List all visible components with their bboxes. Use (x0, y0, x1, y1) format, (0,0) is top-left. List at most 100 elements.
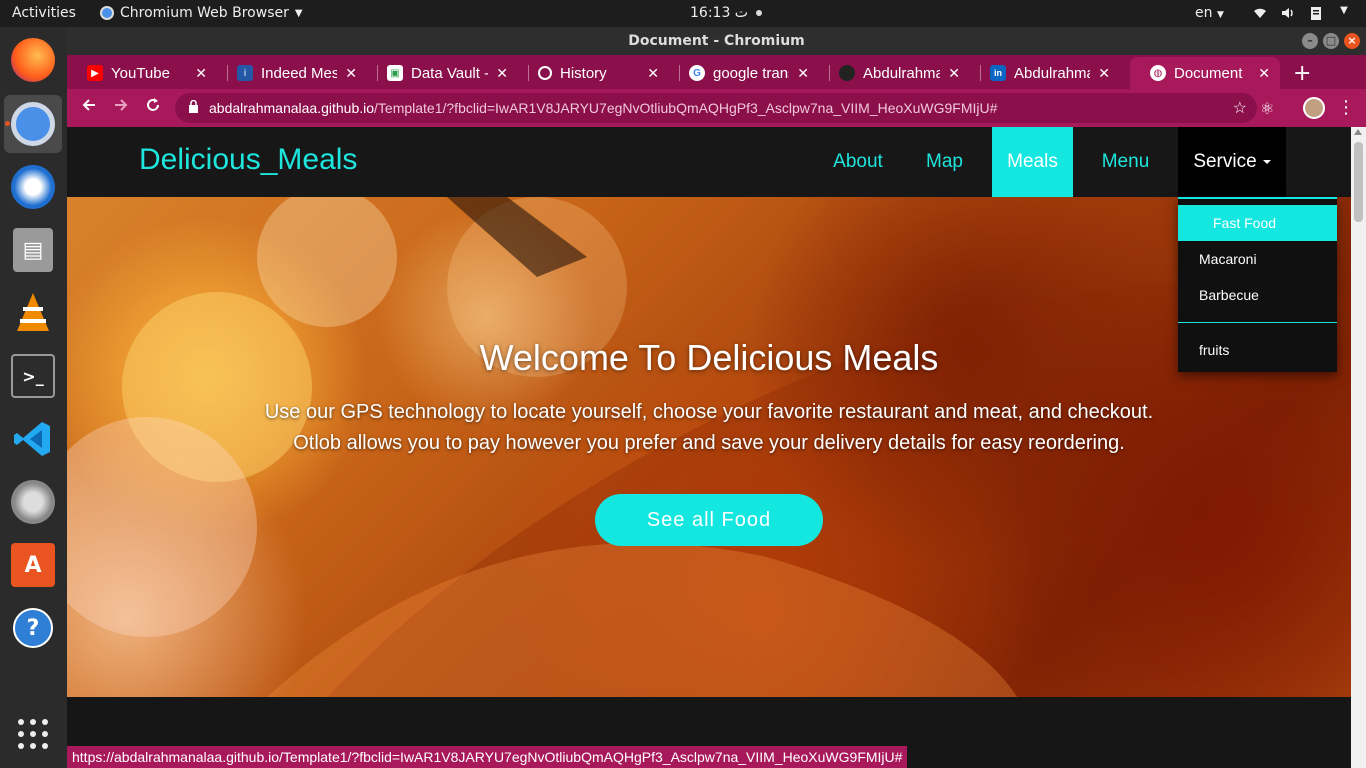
running-indicator (5, 121, 10, 126)
dock-files[interactable]: ▤ (4, 221, 62, 279)
terminal-icon: >_ (11, 354, 55, 398)
dock: ▤ >_ A ? (0, 27, 67, 768)
tab-indeed[interactable]: i Indeed Mess ✕ (217, 57, 367, 89)
dropdown-item-fast-food[interactable]: Fast Food (1178, 205, 1337, 241)
window-controls: – □ × (1302, 33, 1360, 49)
volume-icon (1280, 5, 1296, 21)
vlc-icon (11, 291, 55, 335)
nav-service-label: Service (1193, 151, 1257, 172)
language-label: en (1195, 5, 1213, 21)
dock-thunderbird[interactable] (4, 158, 62, 216)
close-icon[interactable]: ✕ (345, 65, 357, 82)
close-icon[interactable]: ✕ (496, 65, 508, 82)
dock-software[interactable]: A (4, 536, 62, 594)
app-menu[interactable]: Chromium Web Browser ▼ (100, 5, 303, 21)
lock-icon[interactable] (188, 99, 199, 116)
scrollbar-thumb[interactable] (1354, 142, 1363, 222)
nav-map[interactable]: Map (912, 127, 977, 197)
clock-label: 16:13 ت (690, 5, 748, 21)
maximize-icon[interactable]: □ (1323, 33, 1339, 49)
new-tab-button[interactable]: + (1293, 61, 1311, 86)
app-grid-icon (11, 712, 55, 756)
nav-meals[interactable]: Meals (992, 127, 1073, 197)
more-menu-icon[interactable]: ⋮ (1337, 97, 1355, 118)
close-icon[interactable]: ✕ (195, 65, 207, 82)
chromium-icon (11, 102, 55, 146)
chevron-down-icon: ▼ (1216, 10, 1224, 20)
globe-icon: ◍ (1150, 65, 1166, 81)
tab-history[interactable]: History ✕ (518, 57, 669, 89)
back-arrow-icon[interactable] (81, 97, 97, 118)
google-icon: G (689, 65, 705, 81)
tab-github[interactable]: Abdulrahma ✕ (819, 57, 970, 89)
close-icon[interactable]: × (1344, 33, 1360, 49)
dropdown-item-macaroni[interactable]: Macaroni (1178, 241, 1337, 277)
close-icon[interactable]: ✕ (1098, 65, 1110, 82)
url-text[interactable]: abdalrahmanalaa.github.io/Template1/?fbc… (209, 100, 997, 116)
site-brand[interactable]: Delicious_Meals (139, 143, 357, 177)
minimize-icon[interactable]: – (1302, 33, 1318, 49)
close-icon[interactable]: ✕ (948, 65, 960, 82)
extension-react-icon[interactable]: ⚛ (1260, 99, 1274, 118)
tab-linkedin[interactable]: in Abdulrahma ✕ (970, 57, 1120, 89)
dock-firefox[interactable] (4, 31, 62, 89)
tab-title: Abdulrahma (1014, 64, 1091, 82)
forward-arrow-icon[interactable] (113, 97, 129, 118)
url-path: /Template1/?fbclid=IwAR1V8JARYU7egNvOtli… (374, 100, 998, 116)
dock-settings[interactable] (4, 473, 62, 531)
hero-description-line-2: Otlob allows you to pay however you pref… (293, 432, 1125, 454)
scroll-up-arrow-icon[interactable] (1354, 129, 1362, 135)
chevron-down-icon: ▼ (294, 7, 303, 19)
settings-tools-icon (11, 480, 55, 524)
dock-help[interactable]: ? (4, 599, 62, 657)
dropdown-item-fruits[interactable]: fruits (1178, 332, 1337, 368)
nav-about[interactable]: About (816, 127, 900, 197)
tab-strip: ▶ YouTube ✕ i Indeed Mess ✕ ▣ Data Vault… (67, 55, 1366, 89)
browser-toolbar: abdalrahmanalaa.github.io/Template1/?fbc… (67, 89, 1366, 127)
site-navbar: Delicious_Meals About Map Meals Menu Ser… (67, 127, 1351, 197)
hero-section: Welcome To Delicious Meals Use our GPS t… (67, 197, 1351, 697)
tab-document[interactable]: ◍ Document ✕ (1130, 57, 1280, 89)
dock-show-apps[interactable] (4, 705, 62, 763)
chromium-small-icon (100, 6, 114, 20)
chevron-down-icon: ▼ (1340, 5, 1348, 16)
page-scrollbar[interactable] (1351, 127, 1366, 768)
service-dropdown-menu: Fast Food Macaroni Barbecue fruits (1178, 197, 1337, 372)
dock-vlc[interactable] (4, 284, 62, 342)
dropdown-item-barbecue[interactable]: Barbecue (1178, 277, 1337, 313)
tab-data-vault[interactable]: ▣ Data Vault - f ✕ (367, 57, 518, 89)
tab-youtube[interactable]: ▶ YouTube ✕ (67, 57, 217, 89)
linkedin-icon: in (990, 65, 1006, 81)
thunderbird-icon (11, 165, 55, 209)
reload-icon[interactable] (145, 97, 161, 118)
input-language-indicator[interactable]: en ▼ (1195, 5, 1224, 21)
caret-down-icon (1262, 159, 1271, 164)
activities-button[interactable]: Activities (12, 5, 76, 21)
avatar[interactable] (1303, 97, 1325, 119)
close-icon[interactable]: ✕ (647, 65, 659, 82)
clipboard-icon (1308, 5, 1324, 21)
firefox-icon (11, 38, 55, 82)
help-icon: ? (13, 608, 53, 648)
page-viewport: Welcome To Delicious Meals Use our GPS t… (67, 127, 1351, 768)
system-top-bar: Activities Chromium Web Browser ▼ 16:13 … (0, 0, 1366, 27)
tab-title: History (560, 64, 607, 82)
close-icon[interactable]: ✕ (797, 65, 809, 82)
dock-vscode[interactable] (4, 410, 62, 468)
address-bar[interactable]: abdalrahmanalaa.github.io/Template1/?fbc… (175, 93, 1257, 123)
youtube-icon: ▶ (87, 65, 103, 81)
see-all-food-button[interactable]: See all Food (595, 494, 823, 546)
data-vault-icon: ▣ (387, 65, 403, 81)
bookmark-star-icon[interactable]: ☆ (1233, 98, 1247, 118)
tab-title: Indeed Mess (261, 64, 338, 82)
wifi-icon (1252, 5, 1268, 21)
dock-terminal[interactable]: >_ (4, 347, 62, 405)
nav-menu[interactable]: Menu (1087, 127, 1164, 197)
clock[interactable]: 16:13 ت (690, 5, 763, 21)
nav-service-dropdown[interactable]: Service (1178, 127, 1286, 197)
window-titlebar[interactable]: Document - Chromium – □ × (67, 27, 1366, 55)
tab-google-translate[interactable]: G google trans ✕ (669, 57, 819, 89)
close-icon[interactable]: ✕ (1258, 65, 1270, 82)
dock-chromium[interactable] (4, 95, 62, 153)
system-tray[interactable]: ▼ (1252, 5, 1352, 21)
